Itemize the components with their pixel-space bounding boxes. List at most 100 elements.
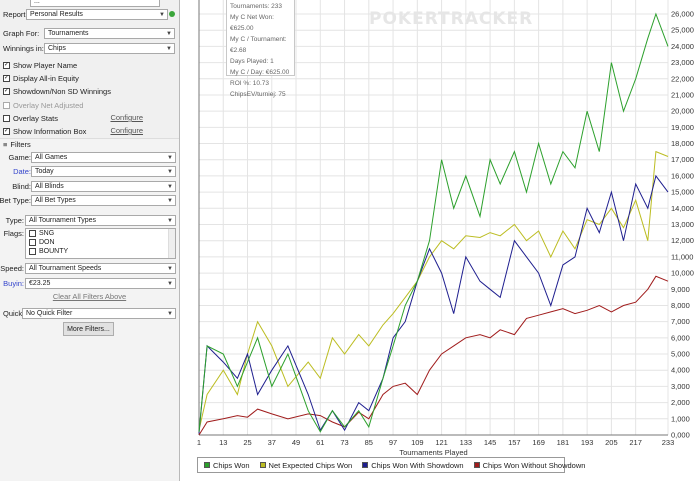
flag-item-sng[interactable]: SNG bbox=[29, 230, 54, 237]
x-tick-label: 85 bbox=[365, 438, 373, 447]
flags-scrollbar[interactable] bbox=[168, 229, 175, 258]
flag-item-don[interactable]: DON bbox=[29, 239, 55, 246]
overlay-net-checkbox[interactable] bbox=[3, 101, 10, 109]
overlay-stats-checkbox[interactable] bbox=[3, 114, 10, 122]
flag-checkbox[interactable] bbox=[29, 230, 36, 237]
filters-title: Filters bbox=[10, 139, 31, 149]
x-tick-label: 73 bbox=[340, 438, 348, 447]
quick-select[interactable]: No Quick Filter ▼ bbox=[22, 308, 176, 319]
series-line bbox=[198, 275, 669, 436]
showdown-label: Showdown/Non SD Winnings bbox=[13, 86, 111, 96]
type-select[interactable]: All Tournament Types ▼ bbox=[25, 215, 176, 226]
type-row: Type: bbox=[3, 214, 24, 226]
more-filters-button[interactable]: More Filters... bbox=[63, 322, 114, 336]
display-allin-row[interactable]: ✓ Display All-in Equity bbox=[3, 72, 175, 84]
x-tick-label: 157 bbox=[508, 438, 521, 447]
buyin-select[interactable]: €23.25 ▼ bbox=[25, 278, 176, 289]
clear-all-filters-link[interactable]: Clear All Filters Above bbox=[0, 292, 179, 301]
chevron-down-icon: ▼ bbox=[167, 218, 173, 224]
show-player-name-label: Show Player Name bbox=[13, 60, 78, 70]
flags-list[interactable]: SNG DON BOUNTY bbox=[25, 228, 176, 259]
y-tick-label: 15,000 bbox=[671, 188, 694, 197]
report-label: Report: bbox=[3, 9, 28, 19]
info-line: ROI %: 10.73 bbox=[230, 80, 270, 87]
legend-item: Chips Won With Showdown bbox=[362, 460, 464, 470]
legend-label: Chips Won bbox=[213, 460, 250, 470]
chevron-down-icon: ▼ bbox=[167, 155, 173, 161]
y-tick-label: 22,000 bbox=[671, 74, 694, 83]
legend-item: Chips Won Without Showdown bbox=[473, 460, 586, 470]
chevron-down-icon: ▼ bbox=[167, 281, 173, 287]
overlay-stats-row[interactable]: Overlay Stats bbox=[3, 112, 175, 124]
show-info-box-row[interactable]: ✓ Show Information Box bbox=[3, 125, 175, 137]
display-allin-checkbox[interactable]: ✓ bbox=[3, 74, 10, 82]
chevron-down-icon: ▼ bbox=[167, 266, 173, 272]
configure-overlay-link[interactable]: Configure bbox=[110, 113, 143, 122]
flag-item-bounty[interactable]: BOUNTY bbox=[29, 248, 68, 255]
legend-label: Chips Won With Showdown bbox=[371, 460, 464, 470]
flag-label: BOUNTY bbox=[39, 248, 69, 255]
top-cut-select[interactable]: ... bbox=[30, 0, 160, 7]
flag-checkbox[interactable] bbox=[29, 248, 36, 255]
show-info-box-checkbox[interactable]: ✓ bbox=[3, 127, 10, 135]
speed-value: All Tournament Speeds bbox=[29, 265, 102, 272]
legend-label: Chips Won Without Showdown bbox=[482, 460, 586, 470]
chevron-down-icon: ▼ bbox=[166, 31, 172, 37]
buyin-value: €23.25 bbox=[29, 280, 51, 287]
show-player-name-checkbox[interactable]: ✓ bbox=[3, 61, 10, 69]
winnings-select[interactable]: Chips ▼ bbox=[44, 43, 175, 54]
x-tick-label: 145 bbox=[484, 438, 497, 447]
date-value: Today bbox=[35, 168, 54, 175]
x-tick-label: 1 bbox=[197, 438, 201, 447]
report-value: Personal Results bbox=[30, 11, 83, 18]
date-select[interactable]: Today ▼ bbox=[31, 166, 176, 177]
report-select[interactable]: Personal Results ▼ bbox=[26, 9, 168, 20]
y-tick-label: 3,000 bbox=[671, 382, 690, 391]
y-tick-label: 9,000 bbox=[671, 285, 690, 294]
show-player-name-row[interactable]: ✓ Show Player Name bbox=[3, 59, 175, 71]
x-tick-label: 49 bbox=[292, 438, 300, 447]
type-label: Type: bbox=[5, 215, 24, 225]
y-tick-label: 26,000 bbox=[671, 10, 694, 19]
flag-checkbox[interactable] bbox=[29, 239, 36, 246]
buyin-label: Buyin: bbox=[3, 278, 24, 288]
y-tick-label: 10,000 bbox=[671, 269, 694, 278]
showdown-row[interactable]: ✓ Showdown/Non SD Winnings bbox=[3, 85, 175, 97]
date-row: Date: bbox=[3, 165, 31, 177]
speed-label: Speed: bbox=[0, 263, 24, 273]
chevron-down-icon: ▼ bbox=[167, 184, 173, 190]
info-line: My C / Day: €625.00 bbox=[230, 69, 290, 76]
y-tick-label: 17,000 bbox=[671, 155, 694, 164]
y-tick-label: 23,000 bbox=[671, 58, 694, 67]
game-select[interactable]: All Games ▼ bbox=[31, 152, 176, 163]
legend-label: Net Expected Chips Won bbox=[268, 460, 353, 470]
y-tick-label: 13,000 bbox=[671, 220, 694, 229]
quick-value: No Quick Filter bbox=[26, 310, 73, 317]
flag-label: SNG bbox=[39, 230, 55, 237]
buyin-row: Buyin: bbox=[3, 277, 24, 289]
bet-type-select[interactable]: All Bet Types ▼ bbox=[31, 195, 176, 206]
blind-value: All Blinds bbox=[35, 183, 64, 190]
filters-header[interactable]: ≡ Filters bbox=[3, 138, 175, 150]
showdown-checkbox[interactable]: ✓ bbox=[3, 87, 10, 95]
x-tick-label: 217 bbox=[629, 438, 642, 447]
x-tick-label: 133 bbox=[460, 438, 473, 447]
overlay-net-row[interactable]: Overlay Net Adjusted bbox=[3, 99, 175, 111]
info-line: My C Net Won: €625.00 bbox=[230, 14, 274, 32]
y-tick-label: 12,000 bbox=[671, 236, 694, 245]
speed-select[interactable]: All Tournament Speeds ▼ bbox=[25, 263, 176, 274]
speed-row: Speed: bbox=[0, 262, 24, 274]
watermark-logo: POKERTRACKER bbox=[369, 9, 534, 29]
legend-item: Net Expected Chips Won bbox=[259, 460, 353, 470]
blind-select[interactable]: All Blinds ▼ bbox=[31, 181, 176, 192]
y-tick-label: 19,000 bbox=[671, 123, 694, 132]
x-tick-label: 233 bbox=[662, 438, 675, 447]
graph-for-select[interactable]: Tournaments ▼ bbox=[44, 28, 175, 39]
date-label: Date: bbox=[13, 166, 31, 176]
game-row: Game: bbox=[3, 151, 31, 163]
configure-info-link[interactable]: Configure bbox=[110, 126, 143, 135]
info-line: Tournaments: 233 bbox=[230, 3, 283, 10]
y-tick-label: 8,000 bbox=[671, 301, 690, 310]
x-tick-label: 181 bbox=[557, 438, 570, 447]
info-line: ChipsEV/turniej: 75 bbox=[230, 91, 286, 98]
